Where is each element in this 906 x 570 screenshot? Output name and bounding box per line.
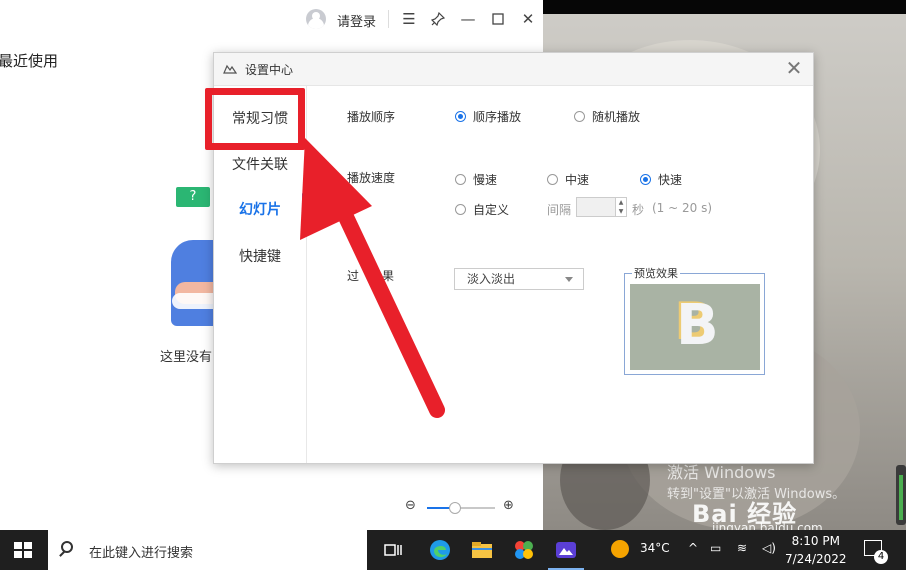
empty-state-text: 这里没有	[160, 350, 213, 365]
notification-count-badge: 4	[874, 550, 888, 564]
preview-image: B B	[630, 284, 760, 370]
dialog-header: 设置中心 ✕	[214, 53, 813, 86]
network-icon[interactable]: ▭	[710, 541, 721, 555]
interval-input[interactable]	[576, 197, 616, 217]
radio-dot[interactable]	[455, 204, 466, 215]
radio-label: 快速	[658, 173, 683, 187]
interval-label: 间隔	[547, 203, 572, 217]
dialog-close-icon[interactable]: ✕	[783, 57, 805, 79]
pin-icon[interactable]	[428, 9, 448, 29]
clock-time: 8:10 PM	[791, 534, 840, 548]
titlebar-divider	[388, 10, 389, 28]
search-icon	[61, 541, 73, 553]
taskbar: 在此键入进行搜索 34°C ^ ▭ ≋ ◁) 8:10 PM 7/24/2022…	[0, 530, 906, 570]
weather-sun-icon[interactable]	[611, 540, 629, 558]
zoom-in-icon[interactable]: ⊕	[503, 498, 514, 513]
interval-range: (1 ~ 20 s)	[652, 201, 713, 215]
radio-label: 慢速	[473, 173, 498, 187]
image-viewer-app-icon[interactable]	[548, 538, 584, 570]
recent-section-title: 最近使用	[0, 52, 59, 70]
play-order-label: 播放顺序	[347, 110, 396, 124]
top-strip	[543, 0, 906, 14]
login-link[interactable]: 请登录	[337, 11, 376, 30]
annotation-highlight-box	[205, 88, 305, 150]
search-placeholder: 在此键入进行搜索	[89, 546, 194, 561]
edge-browser-icon[interactable]	[428, 538, 452, 562]
radio-dot[interactable]	[455, 174, 466, 185]
watermark-line1: 激活 Windows	[667, 463, 776, 482]
radio-custom[interactable]: 自定义	[455, 201, 509, 218]
maximize-icon[interactable]	[488, 9, 508, 29]
radio-label: 自定义	[473, 203, 510, 217]
empty-illustration-cuff	[172, 293, 215, 309]
preview-label: 预览效果	[632, 265, 680, 281]
play-speed-label: 播放速度	[347, 171, 396, 185]
transition-select-value: 淡入淡出	[467, 272, 516, 286]
sidebar-item-slideshow[interactable]: 幻灯片	[214, 199, 306, 219]
radio-random[interactable]: 随机播放	[574, 108, 640, 125]
radio-label: 顺序播放	[473, 110, 522, 124]
file-explorer-icon[interactable]	[470, 538, 494, 562]
wifi-icon[interactable]: ≋	[737, 541, 747, 555]
radio-label: 中速	[565, 173, 590, 187]
preview-letter: B	[676, 293, 719, 358]
photos-app-icon[interactable]	[512, 538, 536, 562]
radio-fast[interactable]: 快速	[640, 171, 682, 188]
radio-medium[interactable]: 中速	[547, 171, 589, 188]
radio-label: 随机播放	[592, 110, 641, 124]
sidebar-item-file-assoc[interactable]: 文件关联	[214, 154, 306, 174]
radio-dot-selected[interactable]	[640, 174, 651, 185]
radio-dot[interactable]	[547, 174, 558, 185]
radio-slow[interactable]: 慢速	[455, 171, 497, 188]
close-icon[interactable]: ✕	[518, 9, 538, 29]
taskbar-search[interactable]: 在此键入进行搜索	[48, 530, 367, 570]
clock-date: 7/24/2022	[785, 552, 847, 566]
minimize-icon[interactable]: —	[458, 9, 478, 29]
chevron-up-icon[interactable]: ^	[688, 541, 698, 555]
speaker-icon[interactable]: ◁)	[762, 541, 776, 555]
radio-dot-selected[interactable]	[455, 111, 466, 122]
avatar[interactable]	[306, 9, 326, 29]
sidebar-item-shortcuts[interactable]: 快捷键	[214, 246, 306, 266]
transition-label-tail: 果	[382, 269, 395, 283]
zoom-out-icon[interactable]: ⊖	[405, 498, 416, 513]
sidebar-active-indicator	[302, 193, 305, 217]
settings-app-icon	[223, 64, 237, 74]
weather-temp[interactable]: 34°C	[640, 541, 670, 555]
chevron-down-icon	[565, 277, 573, 282]
dialog-title: 设置中心	[245, 63, 294, 77]
transition-select[interactable]: 淡入淡出	[454, 268, 584, 290]
seconds-unit: 秒	[632, 203, 645, 217]
volume-indicator	[896, 465, 906, 525]
transition-label-head: 过	[347, 269, 360, 283]
zoom-slider-handle[interactable]	[449, 502, 461, 514]
menu-icon[interactable]: ☰	[399, 9, 419, 29]
question-badge-icon: ?	[176, 187, 210, 207]
radio-dot[interactable]	[574, 111, 585, 122]
windows-start-icon[interactable]	[14, 542, 32, 558]
radio-sequential[interactable]: 顺序播放	[455, 108, 521, 125]
task-view-icon[interactable]	[382, 538, 406, 562]
system-clock[interactable]: 8:10 PM 7/24/2022	[785, 532, 847, 568]
interval-stepper[interactable]: ▲ ▼	[616, 197, 627, 217]
